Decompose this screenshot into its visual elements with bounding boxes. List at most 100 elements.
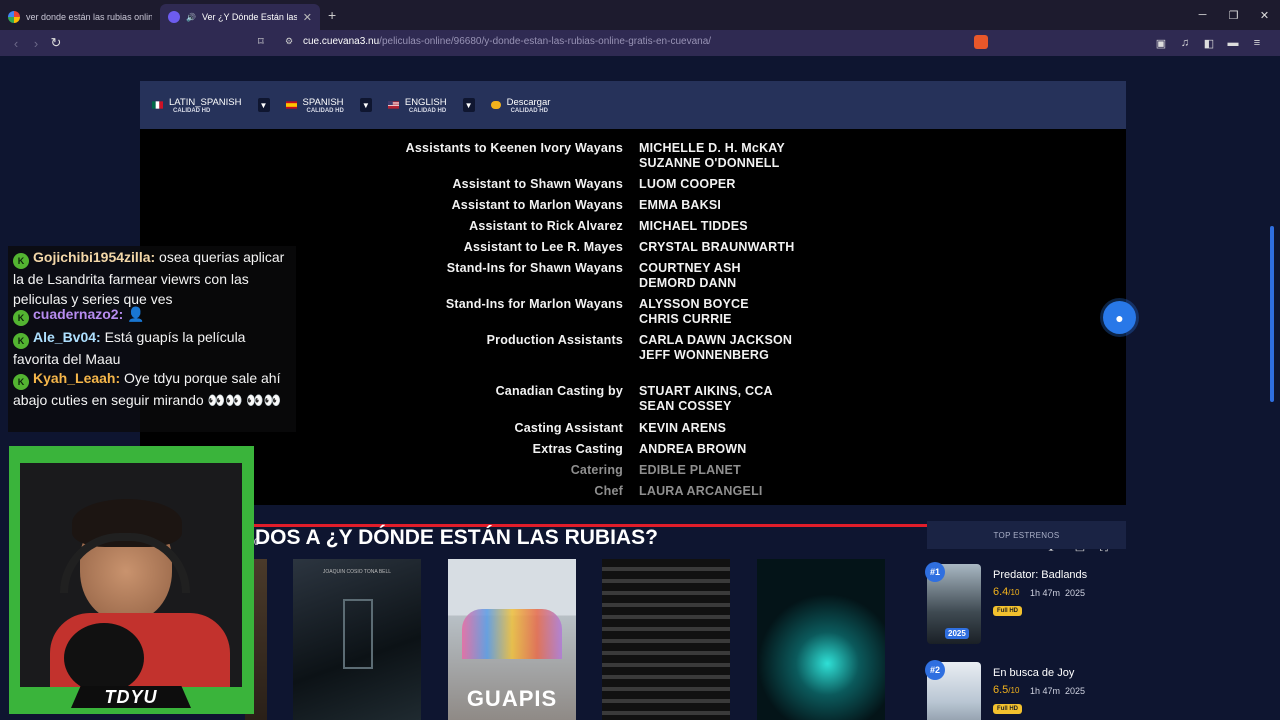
url-field[interactable]: cue.cuevana3.nu/peliculas-online/96680/y…	[303, 36, 711, 47]
credit-role: Assistant to Marlon Wayans	[451, 198, 623, 212]
new-tab-button[interactable]: +	[328, 7, 336, 23]
credit-names: KEVIN ARENS	[639, 421, 726, 436]
chat-badge-icon: K	[13, 333, 29, 349]
credit-name: ANDREA BROWN	[639, 442, 747, 456]
us-flag-icon	[387, 101, 399, 109]
top-item-year: 2025	[1065, 588, 1086, 598]
vpn-icon[interactable]: ▬	[1224, 34, 1242, 52]
google-icon	[8, 11, 20, 23]
poster-credit: JOAQUIN COSIO TONA BELL	[322, 569, 392, 575]
top-item-duration: 1h 47m	[1030, 686, 1061, 696]
mexico-flag-icon	[152, 101, 163, 109]
credit-names: LAURA ARCANGELI	[639, 484, 763, 499]
lang-spanish[interactable]: SPANISH CALIDAD HD ▼	[285, 96, 372, 114]
cuevana-icon	[168, 11, 180, 23]
credit-role: Stand-Ins for Shawn Wayans	[446, 261, 623, 275]
credit-name: EDIBLE PLANET	[639, 463, 741, 477]
credit-role: Production Assistants	[486, 333, 623, 347]
credit-name: KEVIN ARENS	[639, 421, 727, 435]
cloud-download-icon	[490, 101, 501, 109]
top-item-title: Predator: Badlands	[993, 569, 1088, 581]
site-info-icon[interactable]: ⚙	[285, 36, 293, 47]
download-option[interactable]: Descargar CALIDAD HD	[490, 96, 551, 114]
chevron-down-icon[interactable]: ▼	[257, 98, 270, 112]
music-icon[interactable]: ♫	[1176, 34, 1194, 52]
credit-name: CHRIS CURRIE	[639, 312, 732, 326]
rank-badge: #2	[925, 660, 945, 680]
top-item[interactable]: #2 En busca de Joy 6.5/10 1h 47m 2025 Fu…	[925, 660, 1126, 720]
chat-user: cuadernazo2:	[33, 306, 124, 322]
minimize-icon[interactable]: ─	[1187, 0, 1218, 30]
poster-art	[343, 599, 373, 669]
tab-search[interactable]: ver donde están las rubias online cue	[0, 4, 160, 30]
credit-names: CRYSTAL BRAUNWARTH	[639, 240, 794, 255]
lang-quality: CALIDAD HD	[173, 107, 211, 114]
address-bar: ‹ › ↻ ⌑ ⚙ cue.cuevana3.nu/peliculas-onli…	[0, 30, 1280, 56]
chat-user: Gojichibi1954zilla:	[33, 249, 156, 265]
credit-name: STUART AIKINS, CCA	[639, 384, 773, 398]
credit-role: Assistant to Rick Alvarez	[469, 219, 623, 233]
poster-card[interactable]: GUAPIS	[448, 559, 576, 720]
lang-latin-spanish[interactable]: LATIN_SPANISH CALIDAD HD ▼	[152, 97, 270, 114]
related-title: DOS A ¿Y DÓNDE ESTÁN LAS RUBIAS?	[255, 526, 658, 549]
tab-movie[interactable]: 🔊 Ver ¿Y Dónde Están las Rubias? ✕	[160, 4, 320, 30]
webcam-frame: TDYU	[9, 446, 254, 714]
top-item[interactable]: #1 2025 Predator: Badlands 6.4/10 1h 47m…	[925, 562, 1126, 646]
chat-badge-icon: K	[13, 374, 29, 390]
credit-role: Casting Assistant	[514, 421, 623, 435]
sidebar-icon[interactable]: ▣	[1152, 34, 1170, 52]
credit-role: Assistant to Lee R. Mayes	[463, 240, 623, 254]
close-window-icon[interactable]: ✕	[1249, 0, 1280, 30]
url-path: /peliculas-online/96680/y-donde-estan-la…	[379, 36, 712, 47]
restore-icon[interactable]: ❐	[1218, 0, 1249, 30]
poster-card[interactable]: JOAQUIN COSIO TONA BELL	[293, 559, 421, 720]
reader-icon[interactable]: ◧	[1200, 34, 1218, 52]
brave-shield-icon[interactable]	[974, 35, 988, 49]
scrollbar-thumb[interactable]	[1270, 226, 1274, 402]
poster-card[interactable]	[757, 559, 885, 720]
lang-english[interactable]: ENGLISH CALIDAD HD ▼	[387, 97, 475, 114]
lang-quality: CALIDAD HD	[306, 107, 344, 114]
back-icon[interactable]: ‹	[6, 36, 26, 51]
lightbulb-button[interactable]: ●	[1103, 301, 1136, 334]
spain-flag-icon	[285, 101, 297, 109]
top-item-rating: 6.5/10	[993, 684, 1019, 696]
stream-chat: K Gojichibi1954zilla: osea querias aplica…	[8, 246, 296, 432]
language-bar: LATIN_SPANISH CALIDAD HD ▼ SPANISH CALIDAD…	[140, 81, 1126, 129]
credit-name: SEAN COSSEY	[639, 399, 732, 413]
credit-names: EMMA BAKSI	[639, 198, 721, 213]
menu-icon[interactable]: ≡	[1248, 34, 1266, 52]
top-item-duration: 1h 47m	[1030, 588, 1061, 598]
chevron-down-icon[interactable]: ▼	[462, 98, 475, 112]
download-label: Descargar	[506, 96, 551, 108]
chevron-down-icon[interactable]: ▼	[359, 98, 372, 112]
chat-badge-icon: K	[13, 310, 29, 326]
tab-strip: ver donde están las rubias online cue 🔊 …	[0, 0, 1280, 30]
credit-name: SUZANNE O'DONNELL	[639, 156, 780, 170]
quality-badge: Full HD	[993, 704, 1022, 714]
credit-names: LUOM COOPER	[639, 177, 736, 192]
chat-message: Kcuadernazo2: 👤	[13, 304, 295, 326]
chat-message: K Ale_Bv04: Está guapís la película favor…	[13, 327, 295, 369]
credit-role: Extras Casting	[532, 442, 623, 456]
credit-name: LAURA ARCANGELI	[639, 484, 763, 498]
lang-name: SPANISH	[302, 96, 344, 108]
chat-text: 👤	[127, 306, 145, 322]
poster-card[interactable]	[602, 559, 730, 720]
forward-icon[interactable]: ›	[26, 36, 46, 51]
tab-title: Ver ¿Y Dónde Están las Rubias?	[201, 12, 297, 22]
credit-name: LUOM COOPER	[639, 177, 736, 191]
reload-icon[interactable]: ↻	[46, 35, 66, 51]
credit-names: ALYSSON BOYCE CHRIS CURRIE	[639, 297, 749, 327]
credit-names: EDIBLE PLANET	[639, 463, 741, 478]
bookmark-icon[interactable]: ⌑	[258, 35, 264, 48]
chat-user: Ale_Bv04:	[33, 329, 101, 345]
credit-name: DEMORD DANN	[639, 276, 737, 290]
download-quality: CALIDAD HD	[510, 107, 548, 114]
close-tab-icon[interactable]: ✕	[303, 11, 312, 24]
poster-art	[462, 609, 562, 659]
credit-names: CARLA DAWN JACKSON JEFF WONNENBERG	[639, 333, 792, 363]
credit-name: ALYSSON BOYCE	[639, 297, 749, 311]
credit-role: Assistant to Shawn Wayans	[452, 177, 623, 191]
rating-value: 6.5	[993, 684, 1009, 696]
